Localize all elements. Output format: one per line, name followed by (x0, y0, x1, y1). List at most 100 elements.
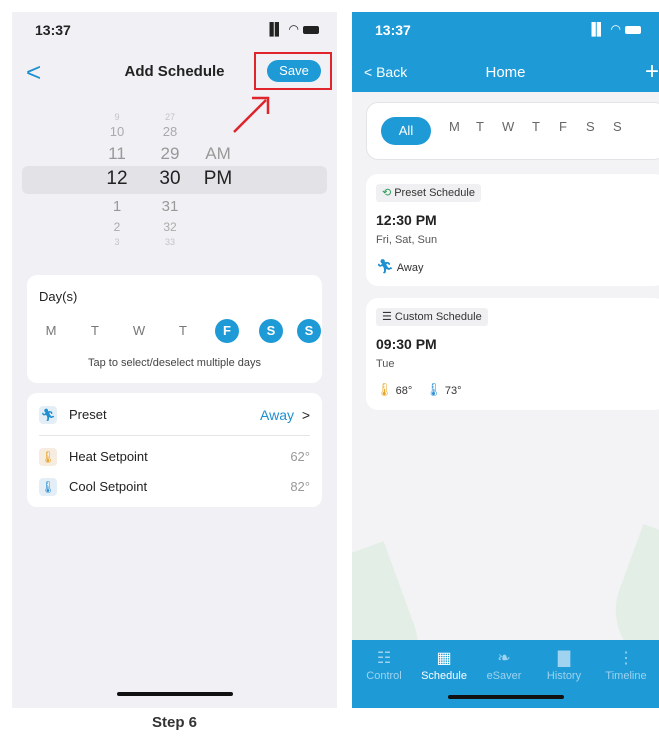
schedule-type-tag: ⟲ Preset Schedule (376, 184, 481, 202)
divider (39, 435, 310, 436)
preset-value[interactable]: Away > (260, 407, 310, 423)
minute-option[interactable]: 31 (150, 198, 190, 215)
home-indicator (116, 692, 233, 696)
sliders-icon: ☷ (376, 650, 392, 667)
filter-tuesday[interactable]: T (476, 119, 484, 134)
tab-timeline[interactable]: ⋮ Timeline (596, 648, 656, 682)
day-sunday[interactable]: S (297, 319, 321, 343)
hour-option[interactable]: 2 (97, 220, 137, 234)
schedule-days: Fri, Sat, Sun (376, 234, 438, 246)
schedule-days: Tue (376, 358, 395, 370)
cool-setpoint-row[interactable]: 🌡︎ Cool Setpoint 82° (27, 473, 322, 503)
running-person-icon: 🏃︎ (39, 406, 57, 424)
tab-history[interactable]: ▇ History (534, 648, 594, 682)
timeline-icon: ⋮ (618, 650, 634, 667)
minute-option[interactable]: 27 (150, 112, 190, 122)
filter-all[interactable]: All (381, 117, 431, 145)
day-saturday[interactable]: S (259, 319, 283, 343)
thermometer-cool-icon: 🌡︎ (425, 382, 442, 397)
heat-setpoint-row[interactable]: 🌡︎ Heat Setpoint 62° (27, 443, 322, 473)
hour-option[interactable]: 9 (97, 112, 137, 122)
hour-option[interactable]: 11 (97, 144, 137, 164)
hour-option[interactable]: 10 (97, 124, 137, 139)
tab-schedule[interactable]: ▦ Schedule (414, 648, 474, 682)
filter-thursday[interactable]: T (532, 119, 540, 134)
tab-esaver-label: eSaver (486, 670, 522, 682)
signal-wifi-icon: ▐▌ ◠ (587, 22, 622, 36)
schedule-setpoints: 🌡︎ 68° 🌡︎ 73° (376, 382, 462, 398)
filter-monday[interactable]: M (449, 119, 460, 134)
bar-chart-icon: ▇ (557, 650, 571, 667)
schedule-mode-label: Away (396, 262, 424, 274)
tab-control-label: Control (366, 670, 402, 682)
heat-setpoint-label: Heat Setpoint (69, 449, 148, 464)
minute-option[interactable]: 33 (150, 237, 190, 247)
thermometer-cool-icon: 🌡︎ (39, 478, 57, 496)
minute-option[interactable]: 28 (150, 124, 190, 139)
schedule-time: 12:30 PM (376, 212, 437, 228)
tab-timeline-label: Timeline (605, 670, 647, 682)
filter-sunday[interactable]: S (613, 119, 622, 134)
add-icon[interactable]: + (645, 58, 659, 86)
running-person-icon: 🏃︎ (376, 258, 394, 274)
schedule-time: 09:30 PM (376, 336, 437, 352)
status-icons: ▐▌ ◠ (587, 22, 641, 36)
hour-option[interactable]: 3 (97, 237, 137, 247)
settings-card: 🏃︎ Preset Away > 🌡︎ Heat Setpoint 62° 🌡︎… (27, 393, 322, 507)
cool-setpoint-value: 73° (444, 385, 462, 397)
hour-selected[interactable]: 12 (97, 168, 137, 190)
schedule-card[interactable]: ⟲ Preset Schedule 12:30 PM Fri, Sat, Sun … (366, 174, 659, 286)
status-bar: 13:37 ▐▌ ◠ (352, 12, 659, 52)
battery-icon (303, 25, 319, 34)
day-wednesday[interactable]: W (127, 319, 151, 343)
preset-row[interactable]: 🏃︎ Preset Away > (27, 401, 322, 431)
custom-schedule-icon: ☰ (382, 311, 392, 323)
thermometer-warm-icon: 🌡︎ (39, 448, 57, 466)
save-button[interactable]: Save (267, 60, 321, 82)
status-icons: ▐▌ ◠ (265, 22, 319, 36)
schedule-type-label: Preset Schedule (394, 187, 475, 199)
signal-wifi-icon: ▐▌ ◠ (265, 22, 300, 36)
minute-selected[interactable]: 30 (150, 168, 190, 190)
day-tuesday[interactable]: T (83, 319, 107, 343)
schedule-card[interactable]: ☰ Custom Schedule 09:30 PM Tue 🌡︎ 68° 🌡︎ … (366, 298, 659, 410)
tab-control[interactable]: ☷ Control (354, 648, 414, 682)
filter-saturday[interactable]: S (586, 119, 595, 134)
battery-icon (625, 25, 641, 34)
filter-wednesday[interactable]: W (502, 119, 514, 134)
day-selector: M T W T F S S (35, 319, 321, 343)
time-picker[interactable]: 9 10 11 12 1 2 3 27 28 29 30 31 32 33 AM… (12, 104, 337, 254)
home-indicator (447, 695, 564, 699)
status-time: 13:37 (375, 22, 411, 38)
filter-friday[interactable]: F (559, 119, 567, 134)
minute-option[interactable]: 32 (150, 220, 190, 234)
tab-bar: ☷ Control ▦ Schedule ❧ eSaver ▇ History ⋮ Tim… (352, 640, 659, 708)
days-label: Day(s) (39, 289, 78, 304)
tab-history-label: History (546, 670, 582, 682)
schedule-type-tag: ☰ Custom Schedule (376, 308, 488, 326)
tab-esaver[interactable]: ❧ eSaver (474, 648, 534, 682)
cool-setpoint-value: 82° (290, 479, 310, 494)
preset-label: Preset (69, 407, 107, 422)
heat-setpoint-value: 62° (290, 449, 310, 464)
day-monday[interactable]: M (39, 319, 63, 343)
ampm-option[interactable]: AM (198, 144, 238, 164)
days-hint: Tap to select/deselect multiple days (87, 357, 262, 369)
schedule-type-label: Custom Schedule (394, 311, 482, 323)
preset-schedule-icon: ⟲ (382, 187, 392, 199)
day-thursday[interactable]: T (171, 319, 195, 343)
heat-setpoint-value: 68° (395, 385, 413, 397)
ampm-selected[interactable]: PM (198, 168, 238, 190)
minute-option[interactable]: 29 (150, 144, 190, 164)
status-time: 13:37 (35, 22, 71, 38)
preset-value-text: Away (260, 407, 295, 423)
hour-option[interactable]: 1 (97, 198, 137, 215)
add-schedule-screen: 13:37 ▐▌ ◠ < Add Schedule Save 9 10 11 1… (12, 12, 337, 708)
step-label: Step 6 (151, 714, 197, 731)
thermometer-warm-icon: 🌡︎ (376, 382, 393, 397)
leaf-icon: ❧ (497, 650, 511, 667)
nav-bar: < Add Schedule Save (12, 52, 337, 92)
day-friday[interactable]: F (215, 319, 239, 343)
header: 13:37 ▐▌ ◠ < Back Home + (352, 12, 659, 92)
status-bar: 13:37 ▐▌ ◠ (12, 12, 337, 52)
